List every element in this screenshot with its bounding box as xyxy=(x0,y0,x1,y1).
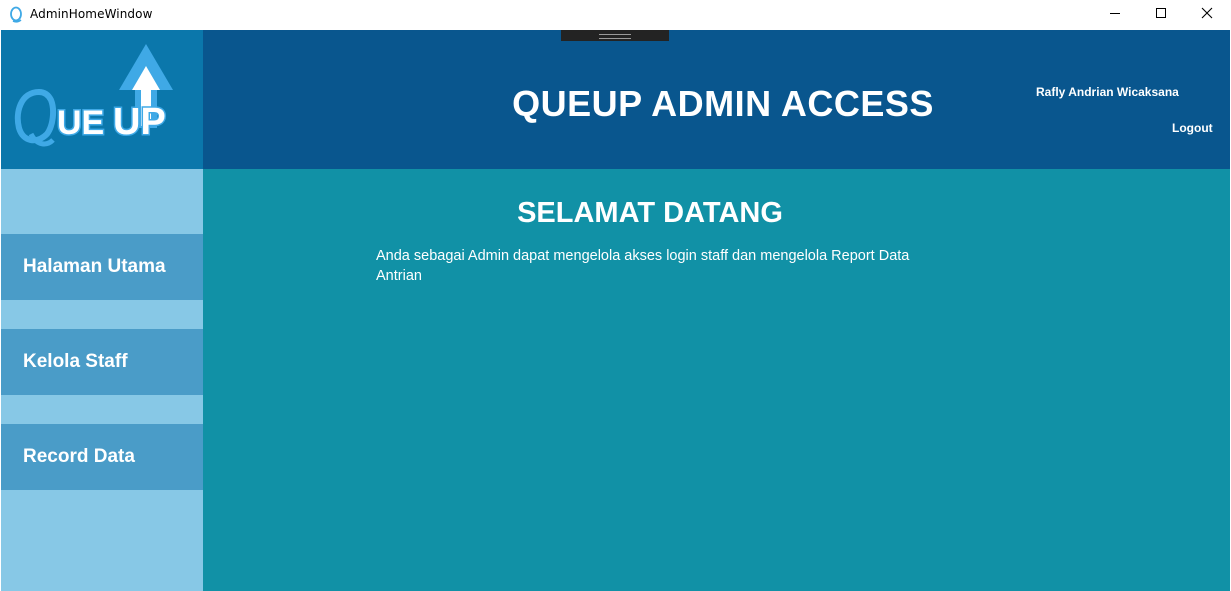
drag-handle[interactable] xyxy=(561,30,669,41)
main-content: SELAMAT DATANG Anda sebagai Admin dapat … xyxy=(203,169,1230,591)
window-title-bar[interactable]: AdminHomeWindow xyxy=(0,0,1231,30)
logout-button[interactable]: Logout xyxy=(1172,121,1213,135)
minimize-button[interactable] xyxy=(1092,0,1138,30)
svg-text:UE: UE xyxy=(57,104,104,142)
minimize-icon xyxy=(1109,6,1121,24)
sidebar-item-halaman-utama[interactable]: Halaman Utama xyxy=(1,234,203,300)
logo-area: UE UP xyxy=(1,30,203,169)
welcome-title: SELAMAT DATANG xyxy=(517,197,783,229)
maximize-button[interactable] xyxy=(1138,0,1184,30)
queup-logo: UE UP xyxy=(14,44,173,147)
header: QUEUP ADMIN ACCESS Rafly Andrian Wicaksa… xyxy=(203,30,1230,169)
sidebar-item-kelola-staff[interactable]: Kelola Staff xyxy=(1,329,203,395)
maximize-icon xyxy=(1155,6,1167,24)
close-button[interactable] xyxy=(1184,0,1230,30)
welcome-message: Anda sebagai Admin dapat mengelola akses… xyxy=(376,248,910,284)
close-icon xyxy=(1201,6,1213,24)
sidebar-item-record-data[interactable]: Record Data xyxy=(1,424,203,490)
svg-text:UP: UP xyxy=(113,101,166,143)
sidebar: Halaman Utama Kelola Staff Record Data xyxy=(1,169,203,591)
user-name: Rafly Andrian Wicaksana xyxy=(1036,85,1179,99)
app-icon xyxy=(8,6,24,24)
window-title: AdminHomeWindow xyxy=(30,7,153,21)
drag-handle-grip-icon xyxy=(599,34,631,39)
